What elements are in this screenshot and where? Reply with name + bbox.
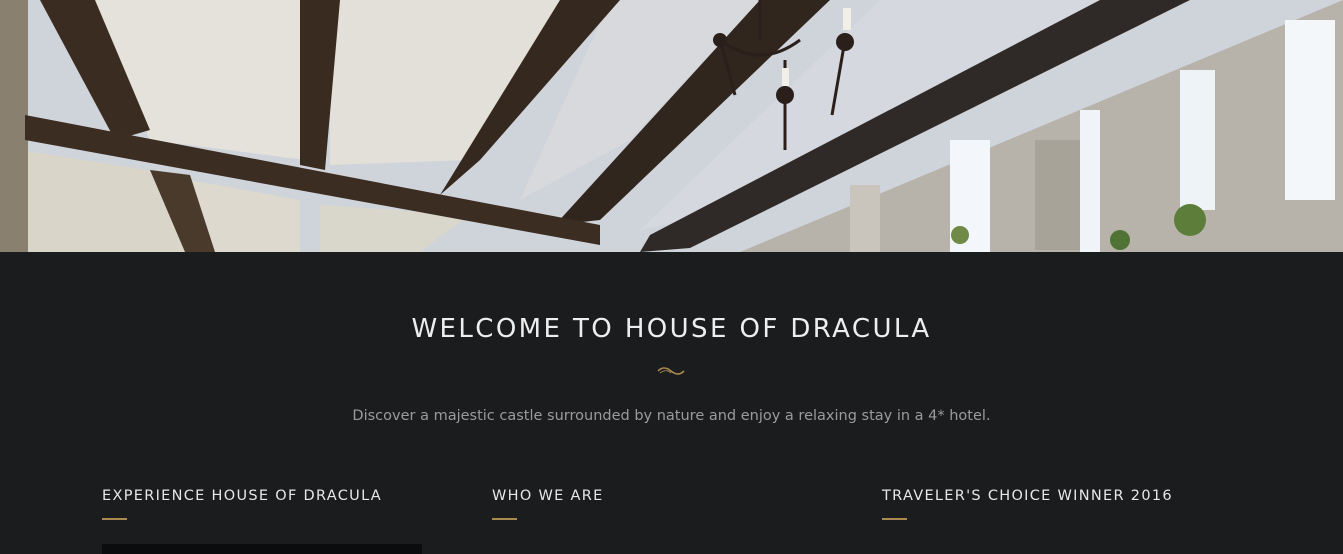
column-travelers-choice: TRAVELER'S CHOICE WINNER 2016 xyxy=(882,488,1173,520)
column-heading-who-we-are: WHO WE ARE xyxy=(492,488,604,504)
experience-thumbnail-image[interactable] xyxy=(102,544,422,554)
castle-ceiling-photo xyxy=(0,0,1343,252)
ornament-flourish-icon xyxy=(657,367,685,375)
welcome-subtitle: Discover a majestic castle surrounded by… xyxy=(352,408,991,424)
gold-divider xyxy=(492,518,517,520)
column-heading-experience: EXPERIENCE HOUSE OF DRACULA xyxy=(102,488,383,504)
column-heading-travelers-choice: TRAVELER'S CHOICE WINNER 2016 xyxy=(882,488,1173,504)
column-experience: EXPERIENCE HOUSE OF DRACULA xyxy=(102,488,382,520)
welcome-title: WELCOME TO HOUSE OF DRACULA xyxy=(411,314,932,344)
column-who-we-are: WHO WE ARE xyxy=(492,488,604,520)
gold-divider xyxy=(102,518,127,520)
gold-divider xyxy=(882,518,907,520)
hero-image xyxy=(0,0,1343,252)
welcome-section: WELCOME TO HOUSE OF DRACULA Discover a m… xyxy=(0,252,1343,554)
